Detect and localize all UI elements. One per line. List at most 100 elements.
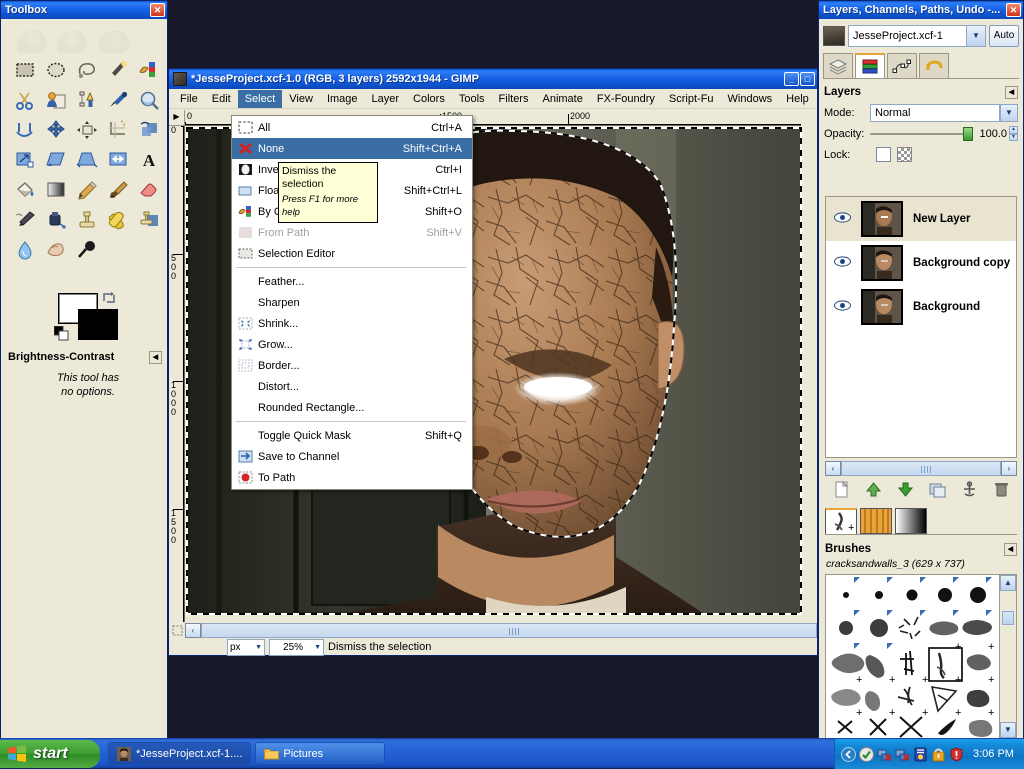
menu-fx-foundry[interactable]: FX-Foundry (590, 90, 662, 108)
color-picker-tool[interactable] (102, 85, 133, 115)
tab-paths[interactable] (887, 53, 917, 78)
perspective-clone-tool[interactable] (133, 205, 164, 235)
menu-item-all[interactable]: All Ctrl+A (232, 117, 472, 138)
ruler-origin-button[interactable]: ▶ (169, 110, 185, 126)
menu-edit[interactable]: Edit (205, 90, 238, 108)
menu-script-fu[interactable]: Script-Fu (662, 90, 721, 108)
layer-visibility-eye-icon[interactable] (829, 212, 855, 226)
text-tool[interactable]: A (133, 145, 164, 175)
gimp-maximize-button[interactable]: □ (800, 72, 815, 86)
menu-item-save-to-channel[interactable]: Save to Channel (232, 446, 472, 467)
tab-undo-history[interactable] (919, 53, 949, 78)
toolbox-close-button[interactable]: ✕ (150, 3, 165, 17)
menu-windows[interactable]: Windows (721, 90, 780, 108)
blur-sharpen-tool[interactable] (9, 235, 40, 265)
gimp-minimize-button[interactable]: _ (784, 72, 799, 86)
tab-channels[interactable] (855, 53, 885, 78)
menu-item-shrink[interactable]: Shrink... (232, 313, 472, 334)
layer-visibility-eye-icon[interactable] (829, 300, 855, 314)
menu-image[interactable]: Image (320, 90, 365, 108)
unit-selector[interactable]: px ▼ (227, 638, 265, 656)
brushes-menu-icon[interactable]: ◀ (1004, 542, 1017, 556)
ellipse-select-tool[interactable] (40, 55, 71, 85)
zoom-chevron-down-icon[interactable]: ▼ (314, 644, 321, 651)
rect-select-tool[interactable] (9, 55, 40, 85)
airbrush-tool[interactable] (9, 205, 40, 235)
taskbar-clock[interactable]: 3:06 PM (973, 748, 1014, 760)
new-layer-button[interactable] (833, 480, 850, 501)
brush-scroll-up-button[interactable]: ▲ (1000, 575, 1016, 591)
scissors-select-tool[interactable] (9, 85, 40, 115)
tab-brushes[interactable]: + (825, 508, 857, 534)
layers-menu-icon[interactable]: ◀ (1005, 85, 1018, 99)
network2-disconnected-icon[interactable] (895, 747, 910, 762)
tab-patterns[interactable] (860, 508, 892, 534)
opacity-slider[interactable] (870, 126, 973, 141)
zoom-tool[interactable] (133, 85, 164, 115)
opacity-stepper[interactable]: ▲ ▼ (1009, 126, 1018, 141)
lock-pixels-checkbox[interactable] (876, 147, 891, 162)
security-center-icon[interactable] (949, 746, 964, 762)
mode-chevron-down-icon[interactable]: ▼ (1000, 103, 1018, 122)
menu-item-distort[interactable]: Distort... (232, 376, 472, 397)
menu-item-to-path[interactable]: To Path (232, 467, 472, 488)
scale-tool[interactable] (9, 145, 40, 175)
ink-tool[interactable] (40, 205, 71, 235)
unit-chevron-down-icon[interactable]: ▼ (255, 644, 262, 651)
dodge-burn-tool[interactable] (71, 235, 102, 265)
reset-colors-icon[interactable] (54, 326, 70, 342)
layer-name[interactable]: Background copy (913, 257, 1010, 269)
paths-tool[interactable] (71, 85, 102, 115)
menu-item-toggle-quick-mask[interactable]: Toggle Quick Mask Shift+Q (232, 425, 472, 446)
brush-grid-scrollbar[interactable]: ▲ ▼ (999, 575, 1016, 738)
toolbox-titlebar[interactable]: Toolbox ✕ (1, 1, 167, 19)
flip-tool[interactable] (102, 145, 133, 175)
swap-colors-icon[interactable] (102, 291, 116, 305)
network-disconnected-icon[interactable] (877, 747, 892, 762)
layer-name[interactable]: New Layer (913, 213, 971, 225)
menu-select[interactable]: Select (237, 89, 283, 108)
zoom-selector[interactable]: 25% ▼ (269, 638, 324, 656)
menu-item-border[interactable]: Border... (232, 355, 472, 376)
raise-layer-button[interactable] (865, 481, 882, 501)
lock-alpha-checkbox[interactable] (897, 147, 912, 162)
menu-tools[interactable]: Tools (452, 90, 492, 108)
layer-name[interactable]: Background (913, 301, 980, 313)
menu-view[interactable]: View (282, 90, 320, 108)
heal-tool[interactable] (102, 205, 133, 235)
menu-layer[interactable]: Layer (365, 90, 407, 108)
menu-item-rounded-rectangle[interactable]: Rounded Rectangle... (232, 397, 472, 418)
eraser-tool[interactable] (133, 175, 164, 205)
bucket-fill-tool[interactable] (9, 175, 40, 205)
menu-item-none[interactable]: None Shift+Ctrl+A (232, 138, 472, 159)
quickmask-toggle-button[interactable] (169, 623, 185, 638)
tray-expand-chevron-icon[interactable] (841, 746, 856, 762)
brush-grid[interactable]: + + + + + + + + + + + + ▲ ▼ (825, 574, 1017, 739)
mode-value[interactable]: Normal (870, 103, 1000, 122)
pencil-tool[interactable] (71, 175, 102, 205)
alignment-tool[interactable] (71, 115, 102, 145)
security-alert-icon[interactable] (931, 747, 946, 762)
scroll-trough[interactable] (201, 623, 817, 638)
opacity-value[interactable]: 100.0 (973, 128, 1009, 140)
tab-layers[interactable] (823, 53, 853, 78)
tool-options-menu-icon[interactable]: ◀ (149, 351, 162, 364)
select-by-color-tool[interactable] (133, 55, 164, 85)
antivirus-shield-icon[interactable] (859, 746, 874, 762)
menu-item-selection-editor[interactable]: Selection Editor (232, 243, 472, 264)
paintbrush-tool[interactable] (102, 175, 133, 205)
anchor-layer-button[interactable] (961, 481, 978, 501)
table-row[interactable]: Background copy (826, 241, 1016, 285)
clone-tool[interactable] (71, 205, 102, 235)
canvas-horizontal-scrollbar[interactable]: ‹ (169, 622, 817, 639)
foreground-select-tool[interactable] (40, 85, 71, 115)
layer-list-scrollbar[interactable]: ‹ › (825, 460, 1017, 477)
lower-layer-button[interactable] (897, 481, 914, 501)
auto-follow-button[interactable]: Auto (989, 25, 1019, 47)
layer-list[interactable]: New Layer Background copy Background (825, 196, 1017, 458)
menu-help[interactable]: Help (779, 90, 816, 108)
dock-close-button[interactable]: ✕ (1006, 3, 1021, 17)
menu-file[interactable]: File (173, 90, 205, 108)
windows-update-icon[interactable] (913, 747, 928, 762)
tab-gradients[interactable] (895, 508, 927, 534)
